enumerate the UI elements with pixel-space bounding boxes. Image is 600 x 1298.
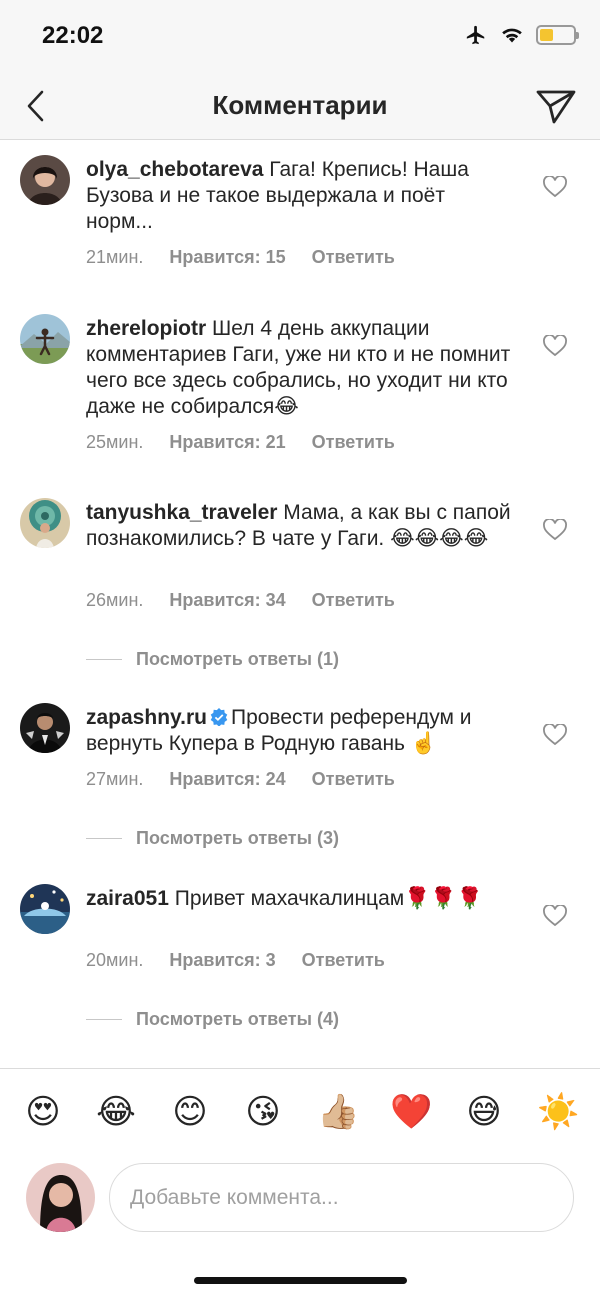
emoji-heart-eyes-button[interactable]: 😍 <box>23 1092 63 1132</box>
reply-button[interactable]: Ответить <box>312 590 395 610</box>
emoji-kiss-button[interactable]: 😘 <box>243 1092 283 1132</box>
comment-meta: 25мин. Нравится: 21 Ответить <box>86 432 421 453</box>
comment-time: 26мин. <box>86 590 144 610</box>
comment-time: 21мин. <box>86 247 144 267</box>
emoji-smile-button[interactable]: 😊 <box>170 1092 210 1132</box>
replies-divider <box>86 838 122 839</box>
comment-text: zherelopiotr Шел 4 день аккупации коммен… <box>86 316 516 420</box>
comment-meta: 26мин. Нравится: 34 Ответить <box>86 590 421 611</box>
comment-meta: 27мин. Нравится: 24 Ответить <box>86 769 421 790</box>
battery-icon <box>536 25 579 45</box>
home-indicator[interactable] <box>194 1277 407 1284</box>
heart-outline-icon[interactable] <box>543 905 567 927</box>
comment-username[interactable]: zherelopiotr <box>86 317 206 340</box>
verified-badge-icon <box>210 708 228 726</box>
comment-username[interactable]: zaira051 <box>86 887 169 910</box>
comment-time: 27мин. <box>86 769 144 789</box>
comment-username[interactable]: zapashny.ru <box>86 706 207 729</box>
status-icons <box>464 24 579 46</box>
avatar[interactable] <box>20 703 70 753</box>
comment-text: olya_chebotareva Гага! Крепись! Наша Буз… <box>86 157 516 235</box>
emoji-sweat-smile-button[interactable]: 😅 <box>464 1092 504 1132</box>
heart-outline-icon[interactable] <box>543 519 567 541</box>
avatar[interactable] <box>20 884 70 934</box>
view-replies-button[interactable]: Посмотреть ответы (4) <box>86 1009 339 1030</box>
status-time: 22:02 <box>42 22 104 49</box>
avatar[interactable] <box>20 314 70 364</box>
current-user-avatar <box>26 1163 95 1232</box>
view-replies-label: Посмотреть ответы (4) <box>136 1009 339 1029</box>
comment-likes[interactable]: Нравится: 3 <box>169 950 275 970</box>
comment-composer <box>0 1158 600 1238</box>
comment-likes[interactable]: Нравится: 24 <box>169 769 285 789</box>
reply-button[interactable]: Ответить <box>312 769 395 789</box>
comment-username[interactable]: tanyushka_traveler <box>86 501 277 524</box>
heart-outline-icon[interactable] <box>543 724 567 746</box>
status-bar: 22:02 <box>0 0 600 72</box>
emoji-sun-button[interactable]: ☀️ <box>537 1092 579 1132</box>
view-replies-label: Посмотреть ответы (3) <box>136 828 339 848</box>
comment-text: tanyushka_traveler Мама, а как вы с папо… <box>86 500 516 552</box>
comment-text: zapashny.ru Провести референдум и вернуть… <box>86 705 516 757</box>
comment-input[interactable] <box>109 1163 574 1232</box>
comment-likes[interactable]: Нравится: 21 <box>169 432 285 452</box>
comment-time: 25мин. <box>86 432 144 452</box>
nav-bar: Комментарии <box>0 72 600 140</box>
send-button[interactable] <box>534 84 578 128</box>
comments-list[interactable]: olya_chebotareva Гага! Крепись! Наша Буз… <box>0 141 600 1068</box>
heart-outline-icon[interactable] <box>543 335 567 357</box>
comment-likes[interactable]: Нравится: 34 <box>169 590 285 610</box>
comment-time: 20мин. <box>86 950 144 970</box>
comment-body: Привет махачкалинцам🌹🌹🌹 <box>174 887 483 910</box>
avatar[interactable] <box>20 155 70 205</box>
reply-button[interactable]: Ответить <box>312 247 395 267</box>
comment-text: zaira051 Привет махачкалинцам🌹🌹🌹 <box>86 886 516 912</box>
replies-divider <box>86 1019 122 1020</box>
airplane-mode-icon <box>466 25 485 45</box>
avatar[interactable] <box>20 498 70 548</box>
emoji-bar: 😍 😂 😊 😘 👍🏼 ❤️ 😅 ☀️ <box>0 1068 600 1158</box>
page-title: Комментарии <box>212 90 388 120</box>
comment-meta: 20мин. Нравится: 3 Ответить <box>86 950 411 971</box>
comment-meta: 21мин. Нравится: 15 Ответить <box>86 247 421 268</box>
paper-plane-icon <box>536 90 576 124</box>
emoji-joy-button[interactable]: 😂 <box>96 1092 136 1132</box>
reply-button[interactable]: Ответить <box>302 950 385 970</box>
heart-outline-icon[interactable] <box>543 176 567 198</box>
view-replies-button[interactable]: Посмотреть ответы (1) <box>86 649 339 670</box>
emoji-red-heart-button[interactable]: ❤️ <box>390 1092 432 1132</box>
comment-likes[interactable]: Нравится: 15 <box>169 247 285 267</box>
emoji-thumbs-up-button[interactable]: 👍🏼 <box>317 1092 359 1132</box>
view-replies-button[interactable]: Посмотреть ответы (3) <box>86 828 339 849</box>
wifi-icon <box>502 28 522 43</box>
reply-button[interactable]: Ответить <box>312 432 395 452</box>
battery-level <box>540 29 553 41</box>
view-replies-label: Посмотреть ответы (1) <box>136 649 339 669</box>
comment-username[interactable]: olya_chebotareva <box>86 158 263 181</box>
replies-divider <box>86 659 122 660</box>
